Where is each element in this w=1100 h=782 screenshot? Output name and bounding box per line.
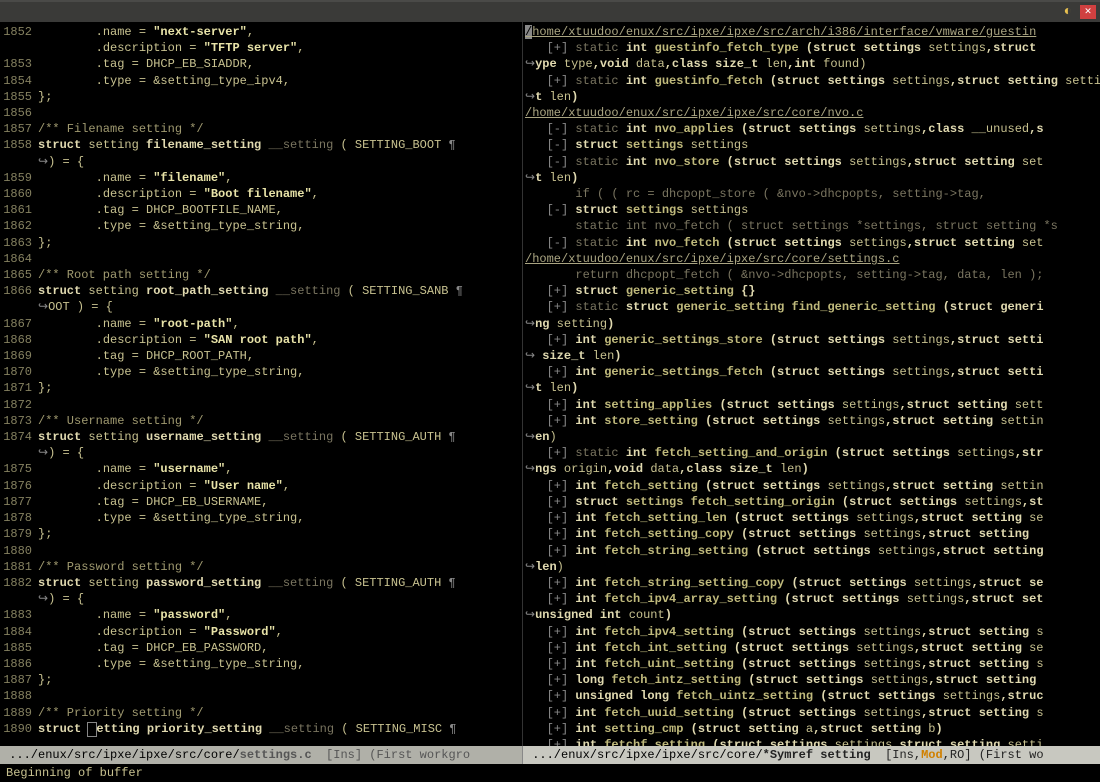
- symref-row[interactable]: [-] static int nvo_store (struct setting…: [525, 154, 1100, 170]
- code-line: 1878 .type = &setting_type_string,: [0, 510, 522, 526]
- symref-path[interactable]: /home/xtuudoo/enux/src/ipxe/ipxe/src/cor…: [525, 105, 1100, 121]
- code-line: .description = "TFTP server",: [0, 40, 522, 56]
- symref-row[interactable]: ↪en): [525, 429, 1100, 445]
- code-line: 1887};: [0, 672, 522, 688]
- symref-row[interactable]: [-] struct settings settings: [525, 202, 1100, 218]
- code-line-wrap: ↪) = {: [0, 591, 522, 607]
- symref-row[interactable]: ↪t len): [525, 170, 1100, 186]
- symref-row[interactable]: [+] int fetch_ipv4_setting (struct setti…: [525, 624, 1100, 640]
- symref-row[interactable]: [+] int fetch_ipv4_array_setting (struct…: [525, 591, 1100, 607]
- code-line: 1862 .type = &setting_type_string,: [0, 218, 522, 234]
- collapse-icon[interactable]: ◐: [1060, 4, 1076, 20]
- symref-row[interactable]: [+] int fetch_uint_setting (struct setti…: [525, 656, 1100, 672]
- code-line-wrap: ↪) = {: [0, 154, 522, 170]
- modeline-left: .../enux/src/ipxe/ipxe/src/core/settings…: [0, 746, 522, 764]
- code-line: 1884 .description = "Password",: [0, 624, 522, 640]
- code-line: 1883 .name = "password",: [0, 607, 522, 623]
- code-line: 1855};: [0, 89, 522, 105]
- symref-row[interactable]: if ( ( rc = dhcpopt_store ( &nvo->dhcpop…: [525, 186, 1100, 202]
- symref-row[interactable]: [+] static struct generic_setting find_g…: [525, 299, 1100, 315]
- code-line: 1877 .tag = DHCP_EB_USERNAME,: [0, 494, 522, 510]
- symref-row[interactable]: [-] static int nvo_fetch (struct setting…: [525, 235, 1100, 251]
- symref-row[interactable]: ↪len): [525, 559, 1100, 575]
- code-line-wrap: ↪OOT ) = {: [0, 299, 522, 315]
- close-icon[interactable]: ✕: [1080, 5, 1096, 19]
- symref-row[interactable]: ↪ size_t len): [525, 348, 1100, 364]
- code-line: 1890struct etting priority_setting __set…: [0, 721, 522, 737]
- code-line: 1870 .type = &setting_type_string,: [0, 364, 522, 380]
- code-line: 1856: [0, 105, 522, 121]
- symref-row[interactable]: [+] int store_setting (struct settings s…: [525, 413, 1100, 429]
- titlebar: ◐ ✕: [0, 0, 1100, 22]
- symref-row[interactable]: [+] int setting_cmp (struct setting a,st…: [525, 721, 1100, 737]
- code-line: 1871};: [0, 380, 522, 396]
- symref-row[interactable]: [+] static int guestinfo_fetch_type (str…: [525, 40, 1100, 56]
- code-line: 1865/** Root path setting */: [0, 267, 522, 283]
- symref-row[interactable]: ↪t len): [525, 89, 1100, 105]
- code-line: 1860 .description = "Boot filename",: [0, 186, 522, 202]
- code-line: 1876 .description = "User name",: [0, 478, 522, 494]
- code-line: 1888: [0, 688, 522, 704]
- symref-row[interactable]: [+] int fetch_string_setting_copy (struc…: [525, 575, 1100, 591]
- symref-row[interactable]: ↪ype type,void data,class size_t len,int…: [525, 56, 1100, 72]
- symref-row[interactable]: [+] struct settings fetch_setting_origin…: [525, 494, 1100, 510]
- symref-row[interactable]: [+] struct generic_setting {}: [525, 283, 1100, 299]
- left-pane[interactable]: 1852 .name = "next-server", .description…: [0, 22, 522, 746]
- right-pane[interactable]: /home/xtuudoo/enux/src/ipxe/ipxe/src/arc…: [522, 22, 1100, 746]
- code-line: 1873/** Username setting */: [0, 413, 522, 429]
- code-line: 1867 .name = "root-path",: [0, 316, 522, 332]
- symref-row[interactable]: [+] int fetch_uuid_setting (struct setti…: [525, 705, 1100, 721]
- symref-row[interactable]: [+] static int fetch_setting_and_origin …: [525, 445, 1100, 461]
- symref-row[interactable]: [+] int setting_applies (struct settings…: [525, 397, 1100, 413]
- minibuffer: Beginning of buffer: [0, 764, 1100, 782]
- code-line: 1852 .name = "next-server",: [0, 24, 522, 40]
- symref-path[interactable]: /home/xtuudoo/enux/src/ipxe/ipxe/src/arc…: [525, 24, 1100, 40]
- code-line: 1881/** Password setting */: [0, 559, 522, 575]
- code-line: 1885 .tag = DHCP_EB_PASSWORD,: [0, 640, 522, 656]
- symref-row[interactable]: [+] int fetch_string_setting (struct set…: [525, 543, 1100, 559]
- code-line: 1875 .name = "username",: [0, 461, 522, 477]
- symref-row[interactable]: static int nvo_fetch ( struct settings *…: [525, 218, 1100, 234]
- code-line: 1872: [0, 397, 522, 413]
- code-line: 1869 .tag = DHCP_ROOT_PATH,: [0, 348, 522, 364]
- code-line: 1880: [0, 543, 522, 559]
- code-line: 1858struct setting filename_setting __se…: [0, 137, 522, 153]
- code-line: 1857/** Filename setting */: [0, 121, 522, 137]
- symref-row[interactable]: [+] int fetch_setting_copy (struct setti…: [525, 526, 1100, 542]
- symref-row[interactable]: return dhcpopt_fetch ( &nvo->dhcpopts, s…: [525, 267, 1100, 283]
- code-line: 1861 .tag = DHCP_BOOTFILE_NAME,: [0, 202, 522, 218]
- symref-row[interactable]: [+] unsigned long fetch_uintz_setting (s…: [525, 688, 1100, 704]
- code-line: 1882struct setting password_setting __se…: [0, 575, 522, 591]
- symref-row[interactable]: [+] static int guestinfo_fetch (struct s…: [525, 73, 1100, 89]
- code-line: 1864: [0, 251, 522, 267]
- code-line: 1853 .tag = DHCP_EB_SIADDR,: [0, 56, 522, 72]
- code-line: 1889/** Priority setting */: [0, 705, 522, 721]
- symref-row[interactable]: [+] int fetchf_setting (struct settings …: [525, 737, 1100, 746]
- code-line: 1866struct setting root_path_setting __s…: [0, 283, 522, 299]
- code-line: 1886 .type = &setting_type_string,: [0, 656, 522, 672]
- code-line: 1879};: [0, 526, 522, 542]
- code-line-wrap: ↪) = {: [0, 445, 522, 461]
- symref-row[interactable]: [+] int generic_settings_store (struct s…: [525, 332, 1100, 348]
- symref-row[interactable]: ↪t len): [525, 380, 1100, 396]
- symref-row[interactable]: [+] int fetch_int_setting (struct settin…: [525, 640, 1100, 656]
- symref-row[interactable]: ↪unsigned int count): [525, 607, 1100, 623]
- modeline-right: .../enux/src/ipxe/ipxe/src/core/*Symref …: [522, 746, 1100, 764]
- symref-row[interactable]: ↪ngs origin,void data,class size_t len): [525, 461, 1100, 477]
- symref-row[interactable]: [+] int fetch_setting (struct settings s…: [525, 478, 1100, 494]
- symref-row[interactable]: [+] int fetch_setting_len (struct settin…: [525, 510, 1100, 526]
- code-line: 1859 .name = "filename",: [0, 170, 522, 186]
- code-line: 1854 .type = &setting_type_ipv4,: [0, 73, 522, 89]
- code-line: 1874struct setting username_setting __se…: [0, 429, 522, 445]
- symref-row[interactable]: ↪ng setting): [525, 316, 1100, 332]
- code-line: 1863};: [0, 235, 522, 251]
- symref-row[interactable]: [-] static int nvo_applies (struct setti…: [525, 121, 1100, 137]
- code-line: 1868 .description = "SAN root path",: [0, 332, 522, 348]
- symref-row[interactable]: [+] int generic_settings_fetch (struct s…: [525, 364, 1100, 380]
- symref-row[interactable]: [+] long fetch_intz_setting (struct sett…: [525, 672, 1100, 688]
- symref-row[interactable]: [-] struct settings settings: [525, 137, 1100, 153]
- symref-path[interactable]: /home/xtuudoo/enux/src/ipxe/ipxe/src/cor…: [525, 251, 1100, 267]
